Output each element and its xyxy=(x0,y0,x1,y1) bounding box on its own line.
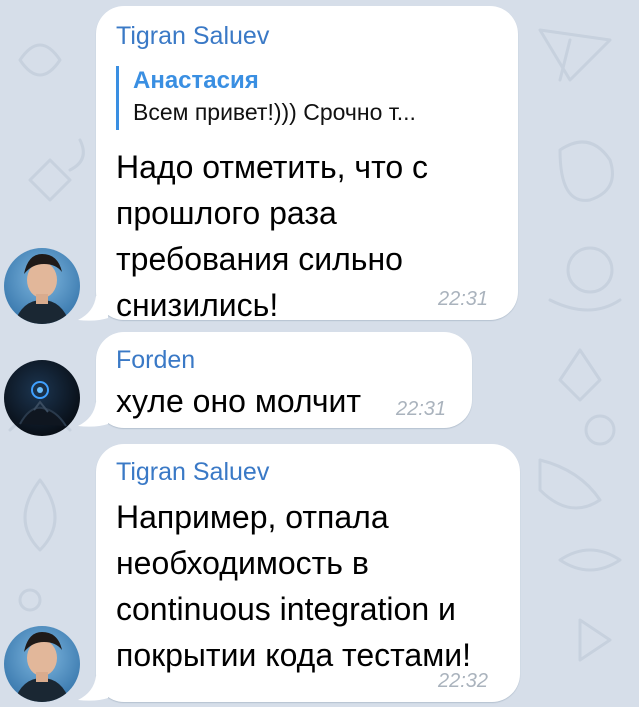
reply-author: Анастасия xyxy=(133,67,259,94)
message-line: continuous integration и xyxy=(116,591,456,627)
message-line: хуле оно молчит xyxy=(116,383,362,419)
message-time: 22:32 xyxy=(438,670,489,692)
message-text: Надо отметить, что с прошлого раза требо… xyxy=(116,144,428,328)
message-time: 22:31 xyxy=(438,288,489,310)
message-line: требования сильно xyxy=(116,241,403,277)
message-line: Надо отметить, что с xyxy=(116,149,429,185)
reply-preview[interactable]: Анастасия Всем привет!))) Срочно т... xyxy=(116,66,416,130)
message-bubble[interactable]: Tigran Saluev Анастасия Всем привет!))) … xyxy=(96,6,518,323)
sender-name[interactable]: Tigran Saluev xyxy=(116,22,269,51)
bubble-tail xyxy=(78,402,108,427)
avatar-tigran-icon xyxy=(4,626,80,702)
avatar-tigran[interactable] xyxy=(4,248,80,324)
message-bubble[interactable]: Forden хуле оно молчит 22:31 xyxy=(96,332,472,428)
avatar-tigran[interactable] xyxy=(4,626,80,702)
message-line: снизились! xyxy=(116,287,279,323)
message-text: Например, отпала необходимость в continu… xyxy=(116,494,471,678)
avatar-tigran-icon xyxy=(4,248,80,324)
message-line: покрытии кода тестами! xyxy=(116,637,471,673)
avatar-forden-icon xyxy=(4,360,80,436)
avatar-forden[interactable] xyxy=(4,360,80,436)
bubble-tail xyxy=(78,296,108,321)
sender-name[interactable]: Forden xyxy=(116,346,195,375)
message-time: 22:31 xyxy=(396,398,447,420)
message-bubble[interactable]: Tigran Saluev Например, отпала необходим… xyxy=(96,444,520,702)
message-line: Например, отпала xyxy=(116,499,389,535)
bubble-tail xyxy=(78,676,108,701)
message-line: прошлого раза xyxy=(116,195,337,231)
message-line: необходимость в xyxy=(116,545,369,581)
message-text: хуле оно молчит xyxy=(116,378,361,424)
reply-text: Всем привет!))) Срочно т... xyxy=(133,99,416,125)
sender-name[interactable]: Tigran Saluev xyxy=(116,458,269,487)
